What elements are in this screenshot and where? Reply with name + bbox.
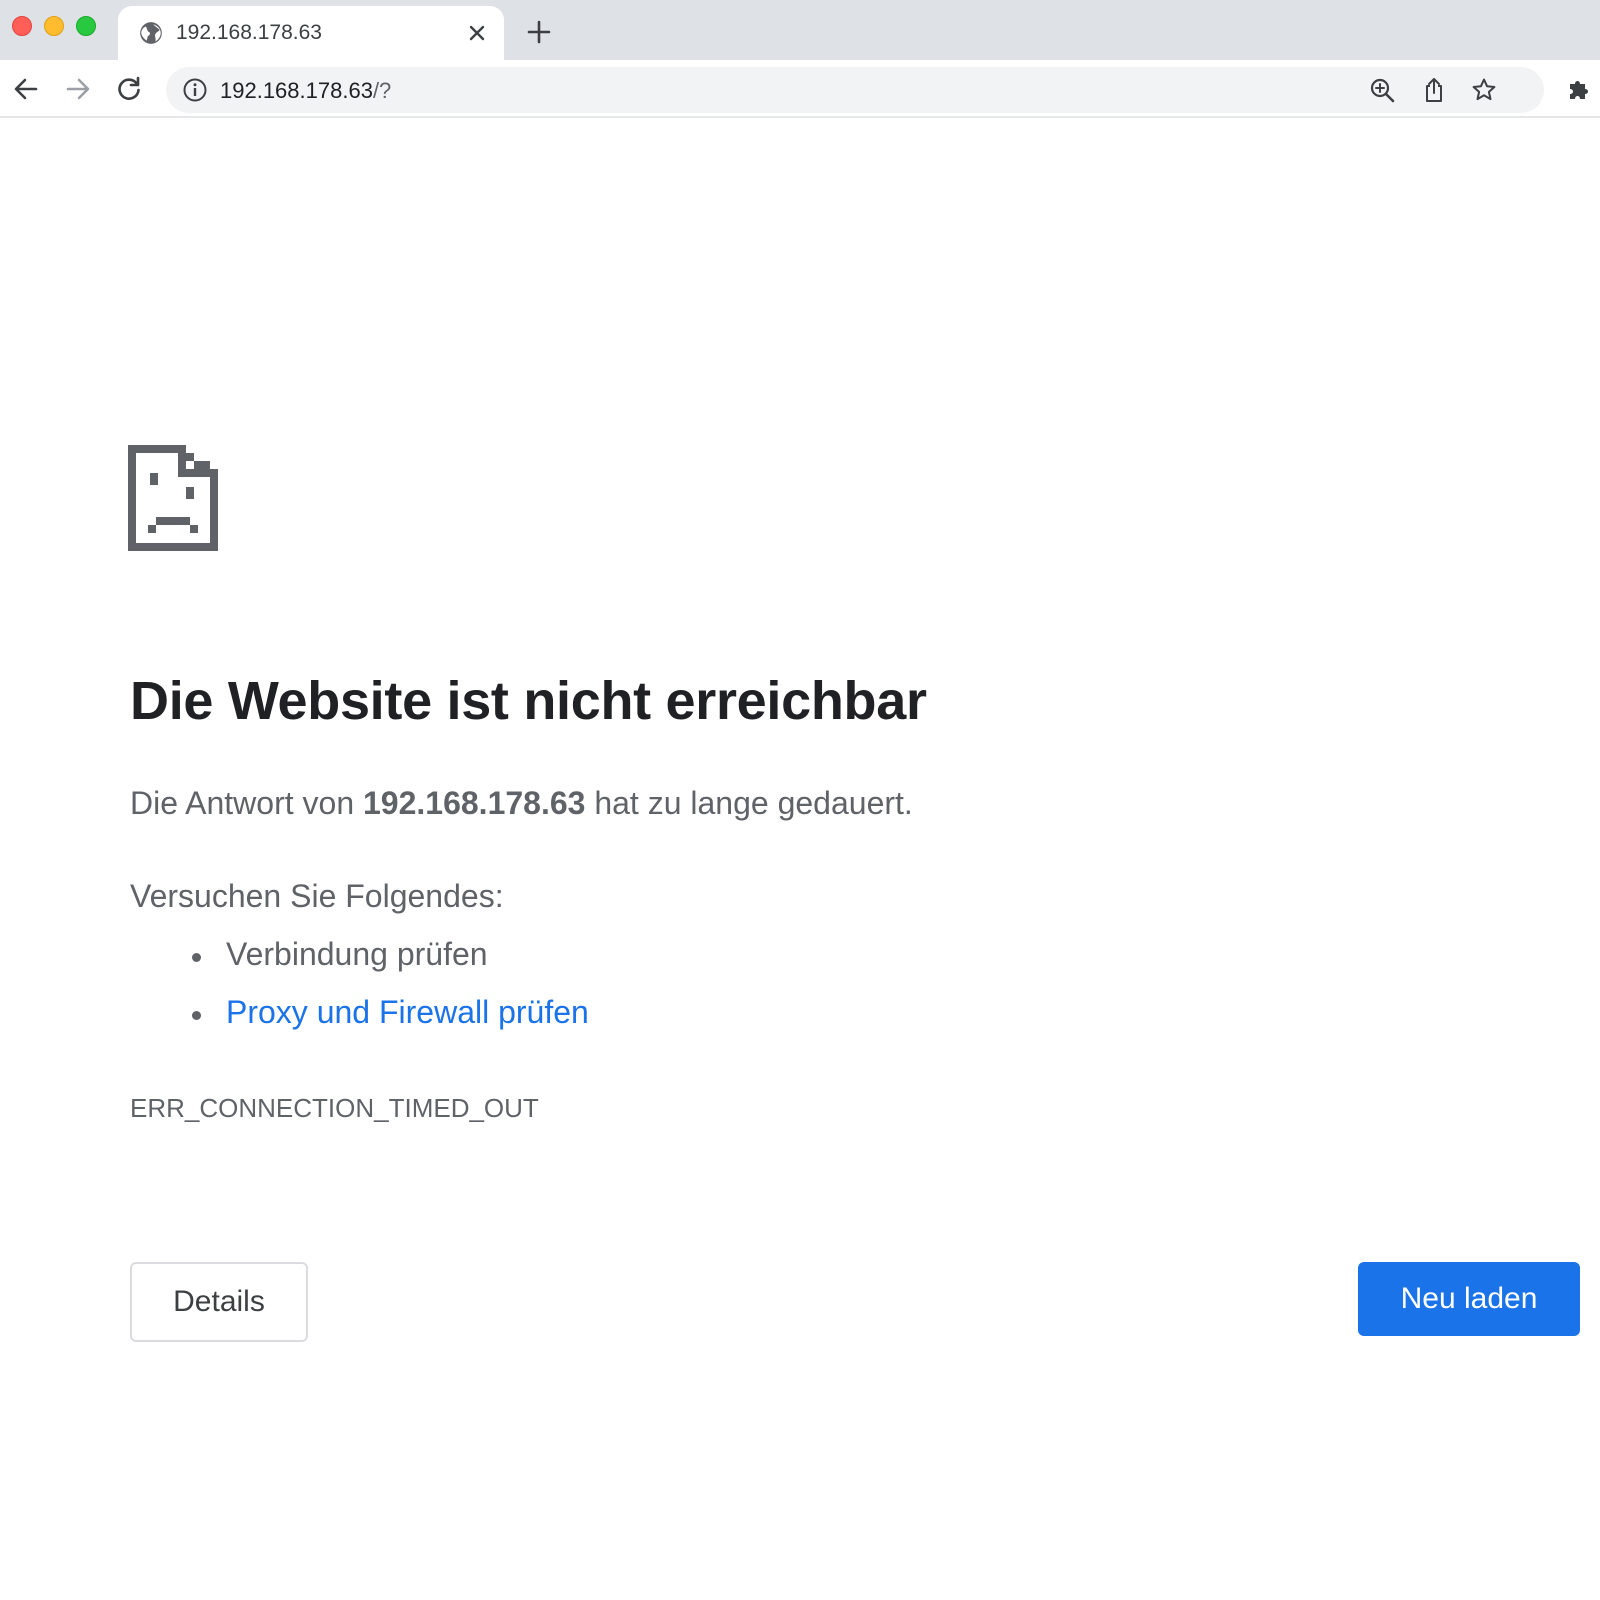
star-icon	[1472, 78, 1496, 101]
arrow-left-icon	[14, 78, 38, 100]
summary-suffix: hat zu lange gedauert.	[594, 785, 913, 821]
globe-icon	[140, 22, 162, 44]
info-icon[interactable]	[182, 77, 208, 103]
page-title: Die Website ist nicht erreichbar	[130, 671, 927, 731]
url-text[interactable]: 192.168.178.63/?	[220, 78, 391, 104]
url-path: /?	[372, 78, 392, 103]
share-button[interactable]	[1418, 74, 1450, 106]
error-code: ERR_CONNECTION_TIMED_OUT	[130, 1093, 539, 1123]
error-summary: Die Antwort von 192.168.178.63 hat zu la…	[130, 785, 913, 822]
summary-host: 192.168.178.63	[363, 785, 586, 821]
reload-icon	[118, 76, 140, 100]
reload-toolbar-button[interactable]	[113, 73, 145, 105]
details-button[interactable]: Details	[130, 1262, 308, 1342]
zoom-button[interactable]	[1366, 74, 1398, 106]
extensions-button[interactable]	[1564, 73, 1596, 105]
window-close-button[interactable]	[12, 16, 32, 36]
summary-prefix: Die Antwort von	[130, 785, 355, 821]
sad-page-icon	[128, 445, 218, 551]
close-icon	[469, 25, 485, 41]
tab-title: 192.168.178.63	[176, 21, 322, 44]
back-button[interactable]	[10, 73, 42, 105]
forward-button[interactable]	[62, 73, 94, 105]
tab-strip: 192.168.178.63	[0, 0, 1600, 62]
address-bar[interactable]: 192.168.178.63/?	[166, 67, 1544, 113]
window-minimize-button[interactable]	[44, 16, 64, 36]
arrow-right-icon	[66, 78, 90, 100]
new-tab-button[interactable]	[524, 17, 554, 47]
suggestions-title: Versuchen Sie Folgendes:	[130, 878, 504, 914]
puzzle-icon	[1570, 81, 1588, 99]
tab-active[interactable]: 192.168.178.63	[118, 6, 504, 62]
url-host: 192.168.178.63	[220, 78, 373, 103]
share-icon	[1426, 78, 1442, 102]
plus-icon	[527, 20, 551, 44]
suggestions-list: Verbindung prüfen Proxy und Firewall prü…	[192, 936, 589, 1052]
browser-toolbar: 192.168.178.63/?	[0, 60, 1600, 118]
suggestion-check-proxy-firewall-link[interactable]: Proxy und Firewall prüfen	[192, 994, 589, 1052]
bookmark-button[interactable]	[1468, 74, 1500, 106]
zoom-in-icon	[1370, 78, 1395, 103]
suggestion-check-connection: Verbindung prüfen	[192, 936, 589, 994]
tab-close-button[interactable]	[462, 18, 492, 48]
window-maximize-button[interactable]	[76, 16, 96, 36]
reload-button[interactable]: Neu laden	[1358, 1262, 1580, 1336]
